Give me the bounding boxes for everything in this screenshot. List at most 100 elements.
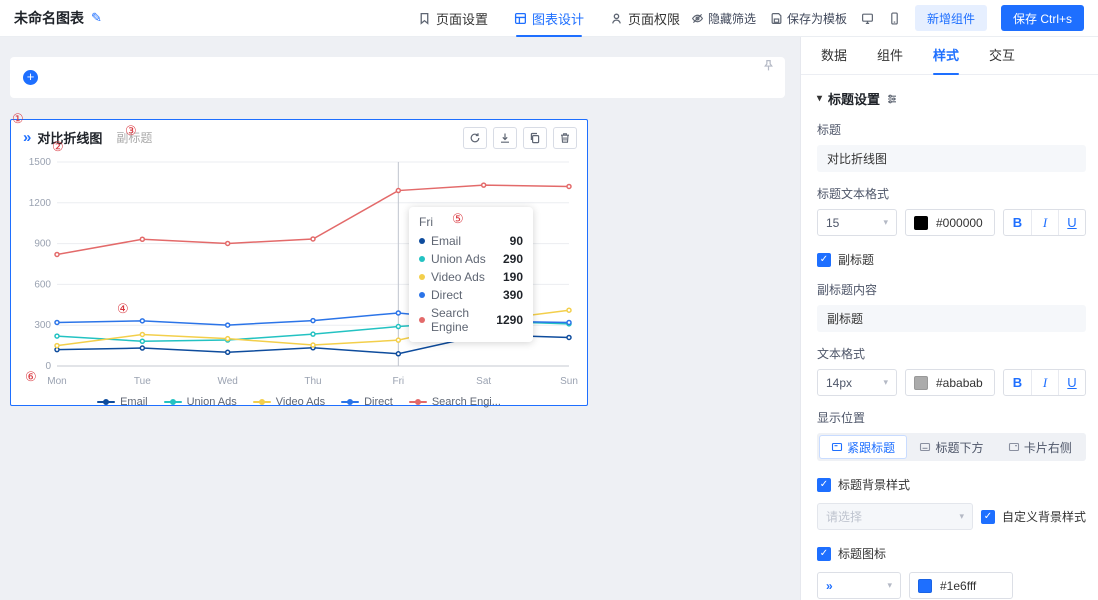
font-size-value: 14px <box>826 375 853 390</box>
color-hex: #1e6fff <box>940 578 977 593</box>
delete-button[interactable] <box>553 126 577 149</box>
icon-color-picker[interactable]: #1e6fff <box>909 572 1013 599</box>
custom-bg-checkbox[interactable]: ✓ <box>980 509 995 524</box>
position-option-below-title[interactable]: 标题下方 <box>907 435 995 459</box>
bold-button[interactable]: B <box>1004 210 1031 235</box>
refresh-button[interactable] <box>463 126 487 149</box>
italic-button[interactable]: I <box>1031 210 1058 235</box>
bold-button[interactable]: B <box>1004 370 1031 395</box>
subtitle-color-picker[interactable]: #ababab <box>905 369 995 396</box>
panel-tab-style[interactable]: 样式 <box>933 37 960 75</box>
svg-text:Thu: Thu <box>304 376 321 387</box>
svg-text:Mon: Mon <box>47 376 66 387</box>
monitor-icon <box>861 13 873 24</box>
app: 未命名图表 ✎ 页面设置 图表设计 页面权限 隐藏筛选 保存为模板 新增组件 保… <box>0 0 1098 600</box>
legend-label: Union Ads <box>186 396 237 408</box>
svg-text:1500: 1500 <box>29 157 52 168</box>
tab-page-permission[interactable]: 页面权限 <box>610 0 680 37</box>
legend-item[interactable]: Union Ads <box>163 396 237 408</box>
svg-text:300: 300 <box>34 320 51 331</box>
tooltip-series-name: Video Ads <box>431 270 485 284</box>
copy-button[interactable] <box>523 126 547 149</box>
bg-style-select[interactable]: 请选择 ▾ <box>817 503 973 530</box>
panel-tab-interaction[interactable]: 交互 <box>989 37 1015 75</box>
pin-icon[interactable] <box>762 59 775 77</box>
title-icon-select[interactable]: » ▾ <box>817 572 901 599</box>
tab-page-settings[interactable]: 页面设置 <box>418 0 488 37</box>
section-settings-icon <box>888 94 897 103</box>
check-icon: ✓ <box>819 254 829 265</box>
legend-item[interactable]: Search Engi... <box>408 396 501 408</box>
italic-button[interactable]: I <box>1031 370 1058 395</box>
title-format-label: 标题文本格式 <box>817 187 890 201</box>
position-option-label: 紧跟标题 <box>847 440 896 455</box>
save-button[interactable]: 保存 Ctrl+s <box>1000 5 1084 31</box>
title-font-size-select[interactable]: 15 ▾ <box>817 209 897 236</box>
permission-icon <box>612 13 621 24</box>
legend-item[interactable]: Video Ads <box>252 396 326 408</box>
tooltip-series-value: 1290 <box>496 313 523 327</box>
eye-off-icon <box>691 13 704 23</box>
edit-title-icon[interactable]: ✎ <box>91 10 102 26</box>
legend-item[interactable]: Email <box>97 396 148 408</box>
check-icon: ✓ <box>819 548 829 559</box>
svg-text:Tue: Tue <box>134 376 151 387</box>
font-size-value: 15 <box>826 215 840 230</box>
tooltip-series-value: 390 <box>502 288 523 302</box>
download-icon <box>501 133 509 143</box>
legend-label: Video Ads <box>275 396 326 408</box>
subtitle-checkbox[interactable]: ✓ <box>817 252 831 267</box>
legend-marker-icon <box>97 399 116 405</box>
canvas: + » 对比折线图 副标题 0 300 600 900 1200 1500 Mo… <box>0 37 800 600</box>
svg-text:600: 600 <box>34 279 51 290</box>
color-hex: #000000 <box>936 215 983 230</box>
chevron-down-icon: ▾ <box>887 580 892 590</box>
tooltip-row: Video Ads 190 <box>419 270 523 284</box>
chart-tooltip: Fri Email 90 Union Ads 290 Video Ads 190 Direc… <box>409 207 533 342</box>
legend-item[interactable]: Direct <box>341 396 393 408</box>
save-as-template-button[interactable]: 保存为模板 <box>770 10 847 27</box>
refresh-icon <box>470 132 480 142</box>
subtitle-input[interactable]: 副标题 <box>817 305 1086 332</box>
subtitle-font-size-select[interactable]: 14px ▾ <box>817 369 897 396</box>
underline-button[interactable]: U <box>1058 370 1085 395</box>
title-input[interactable]: 对比折线图 <box>817 145 1086 172</box>
position-option-card-right[interactable]: 卡片右侧 <box>996 435 1084 459</box>
legend-marker-icon <box>252 399 271 405</box>
add-component-button[interactable]: 新增组件 <box>914 5 987 31</box>
chevron-down-icon: ▾ <box>959 511 964 521</box>
panel-tab-data[interactable]: 数据 <box>821 37 847 75</box>
position-option-label: 卡片右侧 <box>1023 440 1072 455</box>
mobile-preview-button[interactable] <box>888 11 901 25</box>
hide-filter-button[interactable]: 隐藏筛选 <box>691 10 756 27</box>
layout-left-icon <box>832 442 843 452</box>
legend-label: Email <box>120 396 148 408</box>
underline-button[interactable]: U <box>1058 210 1085 235</box>
subtitle-content-label: 副标题内容 <box>817 283 878 297</box>
desktop-preview-button[interactable] <box>861 12 874 25</box>
check-icon: ✓ <box>819 479 829 490</box>
add-filter-button[interactable]: + <box>23 70 38 85</box>
chart-card-header: » 对比折线图 副标题 <box>11 120 587 149</box>
svg-text:Sat: Sat <box>476 376 491 387</box>
position-option-follow-title[interactable]: 紧跟标题 <box>819 435 908 459</box>
title-color-picker[interactable]: #000000 <box>905 209 995 236</box>
title-settings-section[interactable]: ▾ 标题设置 <box>817 89 1086 108</box>
select-placeholder: 请选择 <box>826 510 863 524</box>
tooltip-series-value: 290 <box>502 252 523 266</box>
title-bg-checkbox[interactable]: ✓ <box>817 477 831 492</box>
chart-legend: Email Union Ads Video Ads Direct Search Engi… <box>11 396 587 408</box>
tooltip-series-name: Email <box>431 234 462 248</box>
topbar: 未命名图表 ✎ 页面设置 图表设计 页面权限 隐藏筛选 保存为模板 新增组件 保… <box>0 0 1098 37</box>
series-dot-icon <box>419 256 425 262</box>
tooltip-series-name: Union Ads <box>431 252 486 266</box>
download-button[interactable] <box>493 126 517 149</box>
color-swatch <box>914 375 928 390</box>
tab-chart-design[interactable]: 图表设计 <box>514 0 584 37</box>
panel-tab-component[interactable]: 组件 <box>877 37 903 75</box>
annotation-2: ② <box>52 139 64 154</box>
chart-card[interactable]: » 对比折线图 副标题 0 300 600 900 1200 1500 Mon … <box>10 119 588 408</box>
selected-icon-glyph: » <box>826 578 833 593</box>
title-icon-checkbox[interactable]: ✓ <box>817 546 831 561</box>
bookmark-icon <box>420 12 429 25</box>
